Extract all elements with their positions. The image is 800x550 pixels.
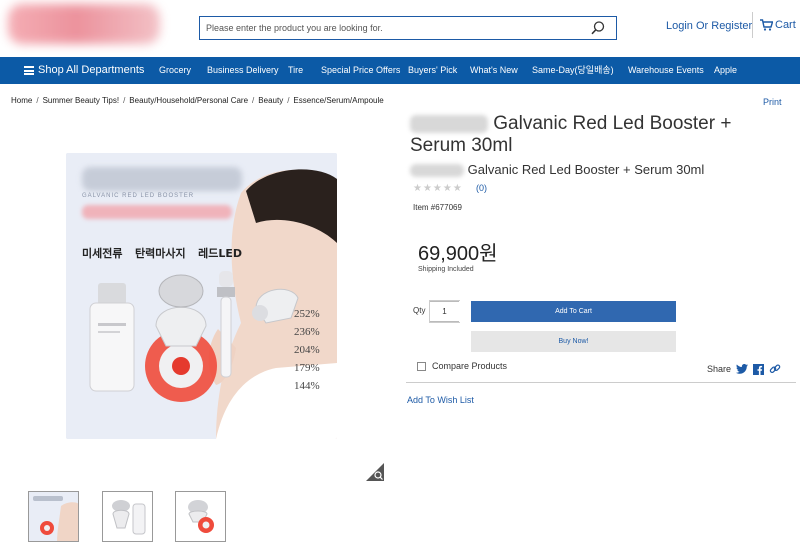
stat-value: 144% [294, 380, 320, 392]
nav-item-same-day[interactable]: Same-Day(당일배송) [532, 57, 614, 84]
breadcrumb-essence-serum[interactable]: Essence/Serum/Ampoule [293, 96, 383, 105]
product-main-image[interactable]: 미세전류 탄력마사지 레드LED GALVANIC RED LED BOOSTE… [66, 153, 337, 439]
feature-red-led: 레드LED [198, 247, 242, 260]
share-label: Share [707, 364, 732, 374]
breadcrumb-summer-beauty-tips[interactable]: Summer Beauty Tips! [43, 96, 119, 105]
feature-microcurrent: 미세전류 [82, 247, 123, 260]
nav-item-business-delivery[interactable]: Business Delivery [207, 57, 279, 84]
rating-stars: ★★★★★ [413, 183, 463, 194]
nav-item-grocery[interactable]: Grocery [159, 57, 191, 84]
header-divider [752, 12, 753, 38]
thumbnail-image [176, 492, 225, 541]
print-link[interactable]: Print [763, 97, 782, 107]
breadcrumb-separator: / [36, 96, 39, 105]
breadcrumb-separator: / [252, 96, 255, 105]
facebook-icon[interactable] [753, 363, 765, 375]
feature-massage: 탄력마사지 [134, 247, 186, 260]
blurred-brand-name [410, 114, 488, 133]
add-to-cart-button[interactable]: Add To Cart [471, 301, 676, 322]
breadcrumb: Home / Summer Beauty Tips! / Beauty/Househ… [11, 96, 384, 105]
cart-label: Cart [775, 19, 796, 31]
stats-column: 252% 236% 204% 179% 144% [294, 308, 320, 392]
product-price: 69,900원 [418, 243, 498, 265]
compare-label: Compare Products [432, 361, 508, 371]
nav-item-special-price-offers[interactable]: Special Price Offers [321, 57, 400, 84]
stat-value: 252% [294, 308, 320, 320]
thumbnail-3[interactable] [175, 491, 226, 542]
product-title: Galvanic Red Led Booster + Serum 30ml [410, 113, 790, 157]
thumbnail-2[interactable] [102, 491, 153, 542]
thumbnail-image [29, 492, 78, 541]
image-banner-text: GALVANIC RED LED BOOSTER [82, 193, 195, 199]
top-header: Login Or Register Cart [0, 0, 800, 56]
product-subtitle: Galvanic Red Led Booster + Serum 30ml [410, 162, 705, 178]
shop-all-label: Shop All Departments [38, 64, 145, 76]
compare-products[interactable]: Compare Products [417, 361, 507, 371]
quantity-input[interactable] [430, 301, 459, 322]
nav-item-buyers-pick[interactable]: Buyers' Pick [408, 57, 457, 84]
login-register-link[interactable]: Login Or Register [666, 20, 752, 32]
nav-item-tire[interactable]: Tire [288, 57, 303, 84]
nav-item-whats-new[interactable]: What's New [470, 57, 518, 84]
nav-item-warehouse-events[interactable]: Warehouse Events [628, 57, 704, 84]
breadcrumb-beauty-household[interactable]: Beauty/Household/Personal Care [129, 96, 248, 105]
dropper-icon [217, 271, 235, 378]
twitter-icon[interactable] [736, 364, 749, 374]
cart-link[interactable]: Cart [760, 19, 796, 31]
stat-value: 236% [294, 326, 320, 338]
hamburger-icon [24, 66, 34, 75]
main-nav: Shop All Departments Grocery Business De… [0, 57, 800, 84]
section-divider [406, 382, 796, 383]
shop-all-departments-button[interactable]: Shop All Departments [24, 57, 144, 84]
breadcrumb-home[interactable]: Home [11, 96, 32, 105]
search-input[interactable] [206, 20, 576, 36]
breadcrumb-beauty[interactable]: Beauty [258, 96, 283, 105]
link-icon[interactable] [769, 363, 781, 375]
search-bar [199, 16, 617, 40]
cart-icon [760, 19, 773, 31]
zoom-icon[interactable] [366, 463, 384, 481]
nav-item-apple[interactable]: Apple [714, 57, 737, 84]
search-icon[interactable] [590, 20, 606, 36]
stat-value: 204% [294, 344, 320, 356]
breadcrumb-separator: / [287, 96, 290, 105]
product-subtitle-text: Galvanic Red Led Booster + Serum 30ml [467, 162, 705, 177]
serum-bottle-icon [89, 283, 135, 392]
compare-checkbox[interactable] [417, 361, 426, 371]
thumbnail-1[interactable] [28, 491, 79, 542]
thumbnail-image [103, 492, 152, 541]
site-logo[interactable] [8, 4, 160, 44]
shipping-info: Shipping Included [418, 266, 474, 273]
item-number: Item #677069 [413, 203, 462, 212]
stat-value: 179% [294, 362, 320, 374]
blurred-brand-name [410, 164, 464, 178]
add-to-wishlist-link[interactable]: Add To Wish List [407, 395, 474, 405]
review-count-link[interactable]: (0) [476, 183, 487, 193]
share-section: Share [707, 363, 781, 375]
buy-now-button[interactable]: Buy Now! [471, 331, 676, 352]
breadcrumb-separator: / [123, 96, 126, 105]
qty-label: Qty [413, 306, 426, 315]
feature-labels: 미세전류 탄력마사지 레드LED [82, 245, 242, 261]
